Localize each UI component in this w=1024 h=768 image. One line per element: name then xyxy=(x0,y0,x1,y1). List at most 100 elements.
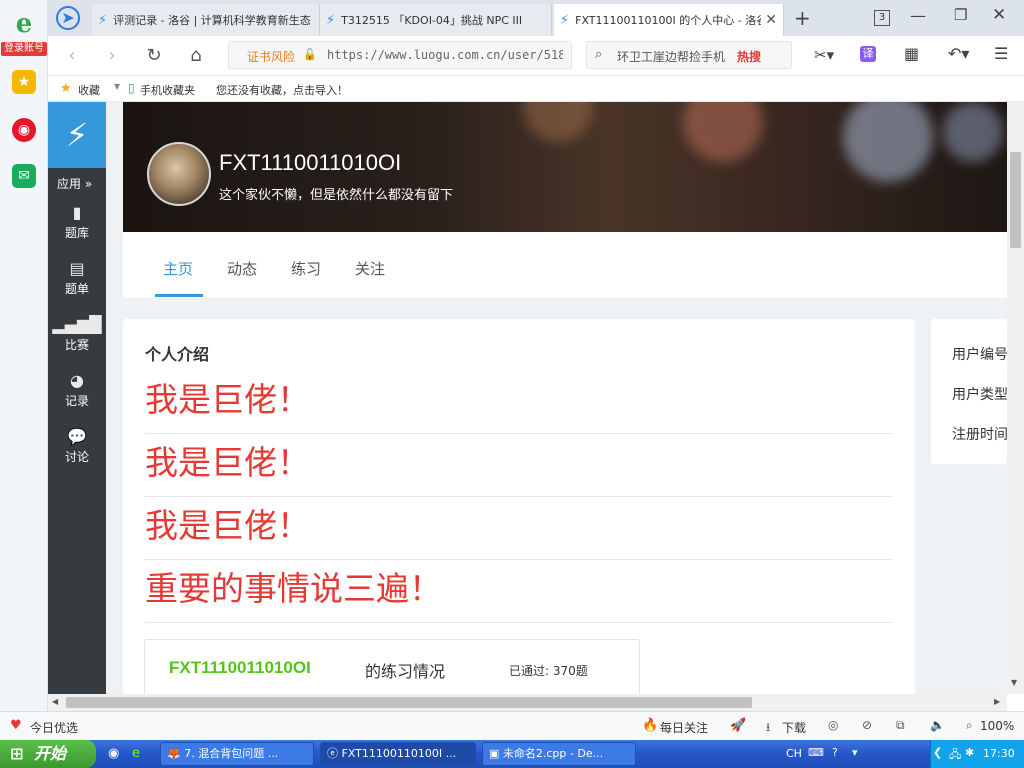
sidebar-item-contests[interactable]: ▂▄▆█ 比赛 xyxy=(48,308,106,364)
vertical-scroll-thumb[interactable] xyxy=(1010,152,1021,248)
url-text[interactable]: https://www.luogu.com.cn/user/518 xyxy=(327,48,563,62)
vertical-scrollbar[interactable]: ▼ xyxy=(1007,102,1024,694)
favorites-star-icon[interactable]: ★ xyxy=(12,70,36,94)
daily-follow[interactable]: 每日关注 xyxy=(660,719,708,736)
menu-icon[interactable]: ☰ xyxy=(994,44,1008,63)
zoom-level[interactable]: 100% xyxy=(980,719,1014,733)
apps-grid-icon[interactable]: ▦ xyxy=(904,44,919,63)
windows-logo-icon: ⊞ xyxy=(10,744,24,763)
scissors-icon[interactable]: ✂▾ xyxy=(814,46,834,64)
toolbar: ‹ › ↻ ⌂ 证书风险 🔓 https://www.luogu.com.cn/… xyxy=(48,36,1024,76)
intro-title: 个人介绍 xyxy=(145,345,210,364)
restore-icon[interactable]: ❐ xyxy=(954,6,967,24)
banner-bokeh xyxy=(683,102,763,162)
luogu-favicon-icon: ⚡ xyxy=(560,12,570,28)
cert-warning[interactable]: 证书风险 xyxy=(247,48,295,65)
clock[interactable]: 17:30 xyxy=(983,747,1015,760)
tray-expand-icon[interactable]: ❮ xyxy=(933,746,942,759)
start-button[interactable]: ⊞ 开始 xyxy=(0,740,96,768)
dropdown-icon[interactable]: ▼ xyxy=(114,82,120,91)
banner-bokeh xyxy=(523,102,593,142)
avatar[interactable] xyxy=(147,142,211,206)
daily-picks[interactable]: 今日优选 xyxy=(30,719,78,736)
system-tray: ❮ 🖧 ✱ 17:30 xyxy=(930,740,1024,768)
task-browser[interactable]: ⓔ FXT11100110100I ... xyxy=(320,742,476,766)
luogu-logo-icon[interactable]: ⚡ xyxy=(48,102,106,168)
mail-icon[interactable]: ✉ xyxy=(12,164,36,188)
luogu-favicon-icon: ⚡ xyxy=(98,12,108,28)
tab-activity[interactable]: 动态 xyxy=(227,258,257,279)
navigate-icon[interactable]: ➤ xyxy=(56,6,80,30)
user-info-card: 用户编号 用户类型 注册时间 xyxy=(931,319,1007,464)
horizontal-scroll-thumb[interactable] xyxy=(66,697,752,708)
lock-warning-icon: 🔓 xyxy=(303,48,317,61)
zoom-icon: ⌕ xyxy=(966,718,973,732)
minimize-icon[interactable]: — xyxy=(910,6,926,25)
search-input[interactable]: 环卫工崖边帮捡手机 xyxy=(617,48,729,65)
download-button[interactable]: 下载 xyxy=(782,719,806,736)
close-tab-icon[interactable]: ✕ xyxy=(765,12,777,28)
import-hint[interactable]: 您还没有收藏，点击导入！ xyxy=(216,82,348,98)
forward-icon[interactable]: › xyxy=(100,44,124,68)
clipboard-icon: ▤ xyxy=(69,259,85,278)
browser-logo-icon[interactable]: e xyxy=(8,8,40,40)
star-icon: ★ xyxy=(60,81,72,96)
profile-banner: FXT1110011010OI 这个家伙不懒，但是依然什么都没有留下 xyxy=(123,102,1007,232)
sidebar-item-problems[interactable]: ▮ 题库 xyxy=(48,196,106,252)
language-indicator[interactable]: CH xyxy=(786,747,802,760)
search-box[interactable]: ⌕ 环卫工崖边帮捡手机 热搜 xyxy=(586,41,792,69)
login-button[interactable]: 登录账号 xyxy=(1,42,47,56)
close-window-icon[interactable]: ✕ xyxy=(992,5,1006,25)
mobile-favorites[interactable]: 手机收藏夹 xyxy=(140,82,195,98)
window-icon[interactable]: ⧉ xyxy=(896,718,905,733)
task-firefox[interactable]: 🦊 7. 混合背包问题 ... xyxy=(160,742,314,766)
hot-search-label[interactable]: 热搜 xyxy=(737,48,761,65)
taskbar: ⊞ 开始 ◉ e 🦊 7. 混合背包问题 ... ⓔ FXT1110011010… xyxy=(0,740,1024,768)
keyboard-icon[interactable]: ⌨ xyxy=(808,746,824,759)
address-bar[interactable]: 证书风险 🔓 https://www.luogu.com.cn/user/518 xyxy=(228,41,572,69)
practice-card: FXT1110011010OI 的练习情况 已通过: 370题 xyxy=(144,639,640,694)
tab-problem[interactable]: ⚡ T312515 「KDOI-04」挑战 NPC III xyxy=(320,4,552,36)
apps-menu[interactable]: 应用 » xyxy=(57,175,92,192)
privacy-icon[interactable]: ◎ xyxy=(828,718,838,732)
passed-count: 已通过: 370题 xyxy=(509,664,588,678)
tab-bar: ➤ ⚡ 评测记录 - 洛谷 | 计算机科学教育新生态 ⚡ T312515 「KD… xyxy=(48,0,1024,36)
sidebar-item-lists[interactable]: ▤ 题单 xyxy=(48,252,106,308)
new-tab-icon[interactable]: + xyxy=(794,6,811,30)
sidebar-item-discuss[interactable]: 💬 讨论 xyxy=(48,420,106,476)
scroll-left-arrow-icon[interactable]: ◀ xyxy=(52,697,58,706)
mobile-icon: ▯ xyxy=(128,81,135,95)
cleanup-icon[interactable]: ⊘ xyxy=(862,718,872,732)
user-bio: 这个家伙不懒，但是依然什么都没有留下 xyxy=(219,188,454,203)
practice-username[interactable]: FXT1110011010OI xyxy=(169,658,311,678)
volume-icon[interactable]: 🔈 xyxy=(930,718,945,732)
sidebar-item-records[interactable]: ◕ 记录 xyxy=(48,364,106,420)
tab-home[interactable]: 主页 xyxy=(163,258,193,279)
scroll-down-arrow-icon[interactable]: ▼ xyxy=(1011,678,1017,687)
home-icon[interactable]: ⌂ xyxy=(184,44,208,68)
tab-following[interactable]: 关注 xyxy=(355,258,385,279)
security-icon[interactable]: ✱ xyxy=(965,746,974,759)
reload-icon[interactable]: ↻ xyxy=(142,44,166,68)
undo-icon[interactable]: ↶▾ xyxy=(948,44,969,63)
task-devcpp[interactable]: ▣ 未命名2.cpp - De... xyxy=(482,742,636,766)
favorites-button[interactable]: 收藏 xyxy=(78,82,100,98)
back-icon[interactable]: ‹ xyxy=(60,44,84,68)
ime-options-icon[interactable]: ▾ xyxy=(852,746,858,759)
tab-profile[interactable]: ⚡ FXT11100110100I 的个人中心 - 洛谷 ✕ xyxy=(554,4,784,36)
weibo-icon[interactable]: ◉ xyxy=(12,118,36,142)
tab-count-badge[interactable]: 3 xyxy=(874,10,890,26)
network-icon[interactable]: 🖧 xyxy=(949,746,961,765)
intro-line: 重要的事情说三遍！ xyxy=(145,560,893,623)
translate-icon[interactable]: 译 xyxy=(860,46,876,62)
tab-records[interactable]: ⚡ 评测记录 - 洛谷 | 计算机科学教育新生态 xyxy=(92,4,320,36)
horizontal-scrollbar[interactable]: ◀ ▶ xyxy=(48,694,1007,711)
scroll-right-arrow-icon[interactable]: ▶ xyxy=(994,697,1000,706)
pie-chart-icon: ◕ xyxy=(70,371,84,390)
help-icon[interactable]: ? xyxy=(832,746,838,759)
rocket-icon[interactable]: 🚀 xyxy=(730,718,746,733)
quicklaunch-browser-icon[interactable]: e xyxy=(132,746,140,761)
quicklaunch-ie-icon[interactable]: ◉ xyxy=(108,746,119,761)
tab-practice[interactable]: 练习 xyxy=(291,258,321,279)
intro-line: 我是巨佬！ xyxy=(145,434,893,497)
